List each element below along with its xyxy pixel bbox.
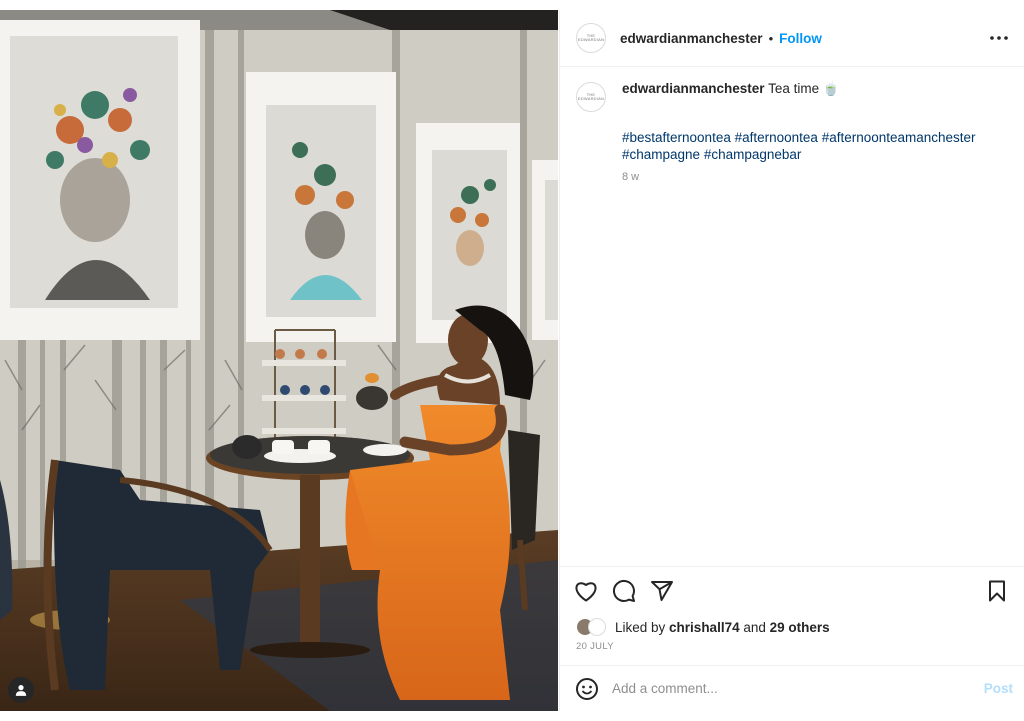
username-link[interactable]: edwardianmanchester [620, 31, 763, 46]
likes-text: Liked by chrishall74 and 29 others [615, 620, 830, 635]
comment-icon[interactable] [610, 577, 638, 605]
avatar[interactable]: THE EDWARDIAN [576, 23, 606, 53]
caption-avatar[interactable]: THE EDWARDIAN [576, 82, 606, 112]
hashtag-link[interactable]: #afternoontea [735, 130, 818, 145]
heart-icon[interactable] [572, 577, 600, 605]
share-icon[interactable] [648, 577, 676, 605]
post-caption: THE EDWARDIAN edwardianmanchester Tea ti… [576, 80, 1006, 183]
hashtag-list: #bestafternoontea #afternoontea #afterno… [622, 129, 1006, 163]
post-date: 20 JULY [576, 641, 614, 652]
separator-dot: • [768, 30, 774, 46]
post-image [0, 10, 558, 711]
follow-button[interactable]: Follow [779, 31, 822, 46]
more-options-icon[interactable] [987, 26, 1011, 50]
avatar-logo: THE EDWARDIAN [577, 92, 605, 101]
liker-avatar[interactable] [588, 618, 606, 636]
comment-bar: Post [560, 665, 1024, 711]
hashtag-link[interactable]: #bestafternoontea [622, 130, 731, 145]
likes-others-link[interactable]: 29 others [770, 620, 830, 635]
comment-input[interactable] [612, 681, 984, 696]
hashtag-link[interactable]: #champagne [622, 147, 700, 162]
emoji-icon[interactable] [574, 676, 600, 702]
caption-body: Tea time 🍵 [764, 81, 840, 96]
avatar-logo: THE EDWARDIAN [577, 33, 605, 42]
post-header: THE EDWARDIAN edwardianmanchester • Foll… [560, 10, 1024, 67]
caption-username[interactable]: edwardianmanchester [622, 81, 765, 96]
post-panel: THE EDWARDIAN edwardianmanchester • Foll… [559, 10, 1024, 711]
likes-summary: Liked by chrishall74 and 29 others [576, 618, 830, 636]
post-age: 8 w [622, 171, 640, 183]
action-bar [560, 566, 1024, 614]
post-photo[interactable] [0, 10, 558, 711]
bookmark-icon[interactable] [983, 577, 1011, 605]
post-comment-button[interactable]: Post [984, 681, 1013, 696]
likes-middle: and [739, 619, 770, 635]
liker-username[interactable]: chrishall74 [669, 620, 740, 635]
user-tag-icon[interactable] [8, 677, 34, 703]
likes-prefix: Liked by [615, 619, 670, 635]
hashtag-link[interactable]: #afternoonteamanchester [822, 130, 976, 145]
hashtag-link[interactable]: #champagnebar [704, 147, 802, 162]
caption-text: edwardianmanchester Tea time 🍵 [622, 80, 840, 98]
